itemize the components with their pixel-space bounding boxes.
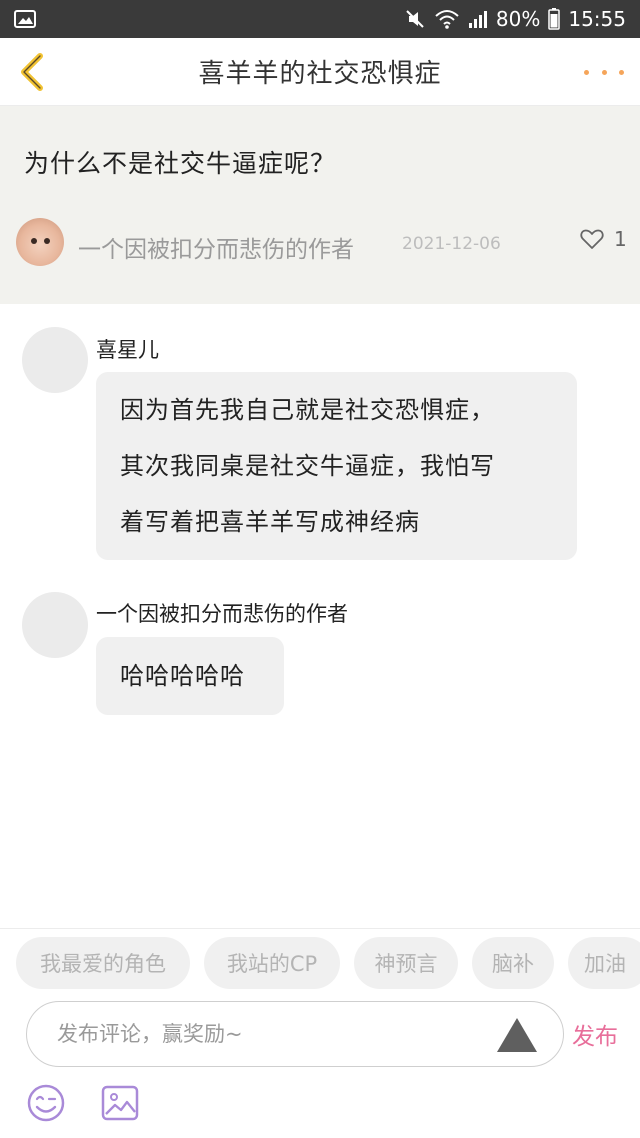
quick-tag[interactable]: 神预言 [354, 937, 458, 989]
topic-author-name[interactable]: 一个因被扣分而悲伤的作者 [78, 230, 354, 264]
image-icon[interactable] [100, 1083, 140, 1123]
wifi-icon [435, 10, 459, 29]
avatar[interactable] [22, 592, 88, 658]
clock: 15:55 [568, 7, 626, 31]
mute-icon [406, 10, 424, 28]
quick-tag[interactable]: 我最爱的角色 [16, 937, 190, 989]
chevron-left-icon [21, 53, 43, 91]
image-notification-icon [14, 10, 36, 28]
back-button[interactable] [10, 48, 54, 96]
signal-icon [468, 11, 487, 28]
message-line: 因为首先我自己就是社交恐惧症， [120, 396, 495, 424]
message-author-name: 一个因被扣分而悲伤的作者 [96, 602, 348, 626]
topic-card: 为什么不是社交牛逼症呢？ 一个因被扣分而悲伤的作者 2021-12-06 1 [0, 106, 640, 304]
avatar-eye [31, 238, 37, 244]
message-line: 着写着把喜羊羊写成神经病 [120, 508, 420, 536]
quick-tag[interactable]: 加油 [568, 937, 640, 989]
battery-icon [548, 8, 561, 30]
header: 喜羊羊的社交恐惧症 [0, 38, 640, 106]
author-avatar[interactable] [16, 218, 64, 266]
avatar[interactable] [22, 327, 88, 393]
message-line: 哈哈哈哈哈 [120, 662, 245, 690]
quick-tags: 我最爱的角色 我站的CP 神预言 脑补 加油 [16, 937, 640, 991]
comment-input[interactable] [57, 1016, 477, 1052]
comment-bar: 我最爱的角色 我站的CP 神预言 脑补 加油 发布 [0, 928, 640, 1138]
message-author-name: 喜星儿 [96, 338, 159, 362]
more-dot-icon [619, 69, 624, 75]
status-bar: 80% 15:55 [0, 0, 640, 38]
quick-tag[interactable]: 脑补 [472, 937, 554, 989]
topic-date: 2021-12-06 [402, 234, 501, 254]
more-options-button[interactable] [584, 62, 624, 82]
quick-tag[interactable]: 我站的CP [204, 937, 340, 989]
comment-box [26, 1001, 564, 1067]
more-dot-icon [601, 69, 607, 75]
send-arrow-icon[interactable] [495, 1016, 539, 1054]
battery-percent: 80% [495, 7, 541, 31]
more-dot-icon [584, 69, 589, 75]
emoji-icon[interactable] [26, 1083, 66, 1123]
message-line: 其次我同桌是社交牛逼症，我怕写 [120, 452, 495, 480]
avatar-eye [44, 238, 50, 244]
message-bubble: 哈哈哈哈哈 [96, 637, 284, 715]
message-bubble: 因为首先我自己就是社交恐惧症， 其次我同桌是社交牛逼症，我怕写 着写着把喜羊羊写… [96, 372, 577, 560]
publish-button[interactable]: 发布 [572, 1017, 618, 1051]
page-title: 喜羊羊的社交恐惧症 [198, 59, 442, 89]
like-button[interactable]: 1 [580, 227, 627, 251]
heart-icon [580, 229, 604, 249]
like-count: 1 [614, 227, 627, 251]
topic-question: 为什么不是社交牛逼症呢？ [24, 149, 337, 178]
